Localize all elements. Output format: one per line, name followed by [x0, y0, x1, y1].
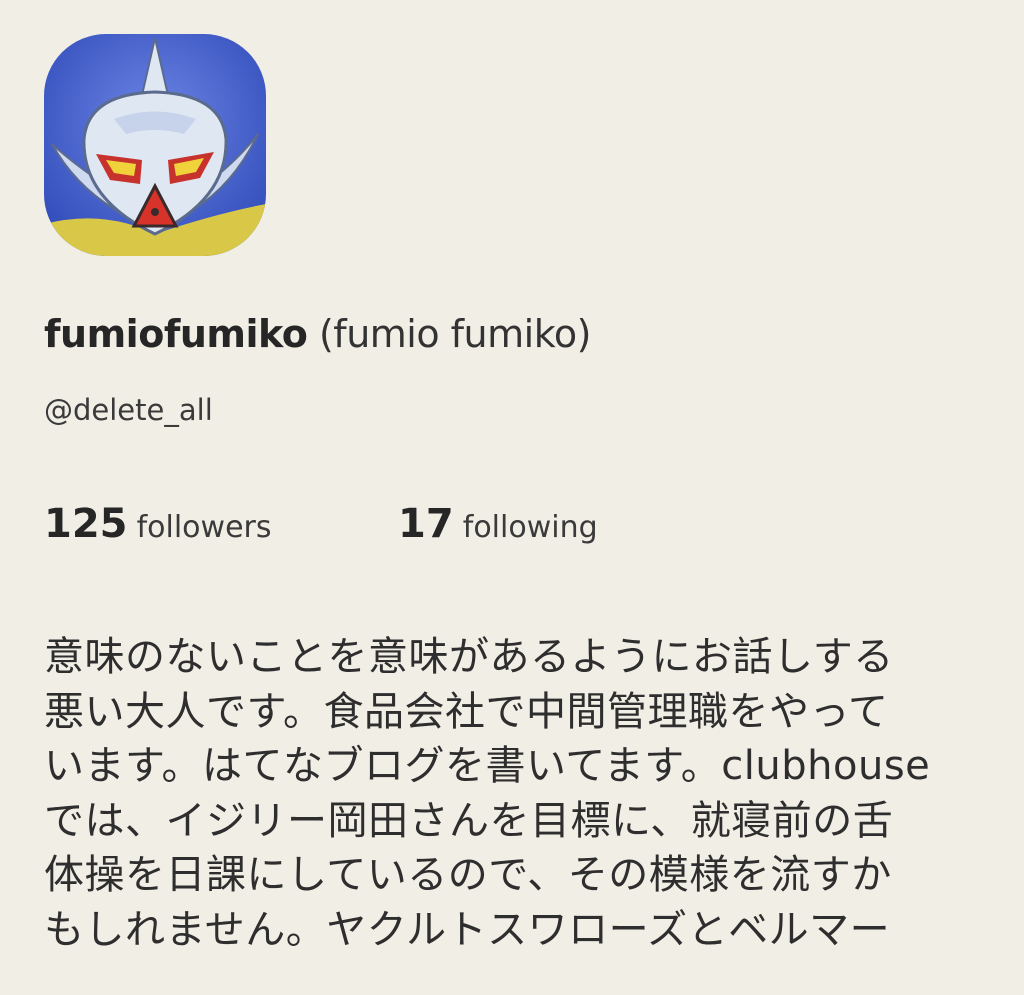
profile-name-row: fumiofumiko (fumio fumiko)	[44, 308, 591, 360]
bio-line: 悪い大人です。食品会社で中間管理職をやって	[44, 688, 889, 735]
bio-line: います。はてなブログを書いてます。clubhouse	[44, 743, 931, 789]
mascot-character-avatar-icon	[44, 34, 266, 256]
full-name: (fumio fumiko)	[318, 312, 591, 356]
display-name: fumiofumiko	[44, 312, 308, 356]
bio-line: 体操を日課にしているので、その模様を流すか	[44, 852, 892, 898]
followers-stat[interactable]: 125 followers	[44, 496, 272, 560]
following-stat[interactable]: 17 following	[398, 496, 598, 560]
following-count: 17	[398, 501, 454, 547]
followers-count: 125	[44, 501, 128, 547]
followers-label: followers	[136, 510, 272, 545]
bio-line: では、イジリー岡田さんを目標に、就寝前の舌	[44, 797, 894, 844]
profile-avatar[interactable]	[44, 34, 266, 256]
bio-line: 意味のないことを意味があるようにお話しする	[44, 634, 894, 680]
following-label: following	[462, 510, 598, 545]
user-handle: @delete_all	[44, 393, 213, 427]
profile-bio: 意味のないことを意味があるようにお話しする 悪い大人です。食品会社で中間管理職を…	[44, 630, 1004, 957]
bio-line: もしれません。ヤクルトスワローズとベルマー	[44, 906, 891, 953]
